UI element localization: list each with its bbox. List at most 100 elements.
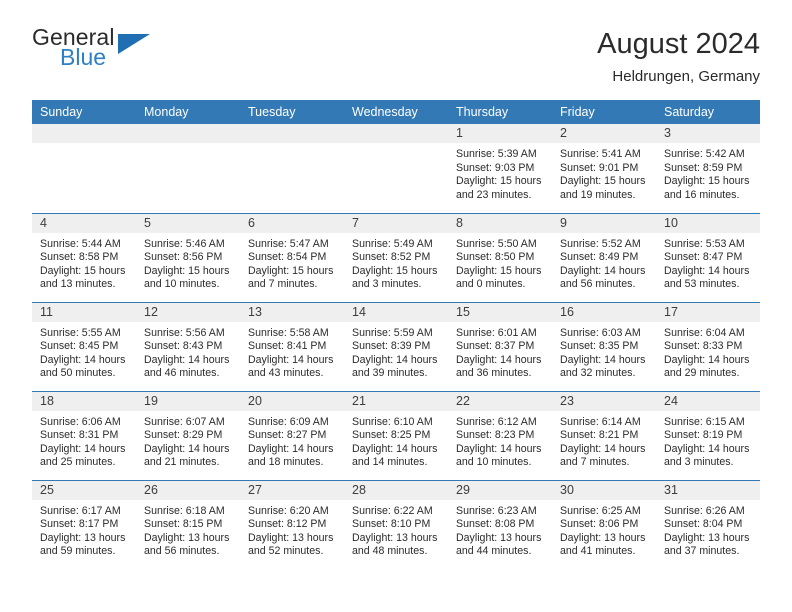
daylight-text-line1: Daylight: 14 hours bbox=[40, 442, 126, 455]
calendar-day-cell[interactable]: 29 Sunrise: 6:23 AM Sunset: 8:08 PM Dayligh… bbox=[448, 479, 552, 569]
calendar-day-cell[interactable]: 17 Sunrise: 6:04 AM Sunset: 8:33 PM Dayligh… bbox=[656, 301, 760, 391]
calendar-day-cell[interactable]: 12 Sunrise: 5:56 AM Sunset: 8:43 PM Dayligh… bbox=[136, 301, 240, 391]
day-sun-info: Sunrise: 5:56 AM Sunset: 8:43 PM Daylight:… bbox=[136, 322, 240, 381]
day-number bbox=[32, 124, 136, 143]
calendar-day-cell[interactable]: 9 Sunrise: 5:52 AM Sunset: 8:49 PM Daylight… bbox=[552, 212, 656, 302]
calendar-day-cell[interactable]: 14 Sunrise: 5:59 AM Sunset: 8:39 PM Dayligh… bbox=[344, 301, 448, 391]
calendar-day-cell[interactable]: 6 Sunrise: 5:47 AM Sunset: 8:54 PM Daylight… bbox=[240, 212, 344, 302]
calendar-day-cell[interactable]: 25 Sunrise: 6:17 AM Sunset: 8:17 PM Dayligh… bbox=[32, 479, 136, 569]
daylight-text-line1: Daylight: 14 hours bbox=[664, 264, 750, 277]
day-number: 8 bbox=[448, 213, 552, 233]
page-title: August 2024 bbox=[597, 28, 760, 60]
day-sun-info: Sunrise: 5:58 AM Sunset: 8:41 PM Daylight:… bbox=[240, 322, 344, 381]
sunrise-text: Sunrise: 5:44 AM bbox=[40, 237, 121, 250]
calendar-day-cell-empty bbox=[136, 124, 240, 213]
day-number: 13 bbox=[240, 302, 344, 322]
daylight-text-line2: and 0 minutes. bbox=[456, 278, 526, 291]
day-number: 22 bbox=[448, 391, 552, 411]
daylight-text-line1: Daylight: 14 hours bbox=[352, 442, 438, 455]
sunrise-text: Sunrise: 6:14 AM bbox=[560, 415, 641, 428]
calendar-day-cell[interactable]: 4 Sunrise: 5:44 AM Sunset: 8:58 PM Daylight… bbox=[32, 212, 136, 302]
calendar-week-row: 1 Sunrise: 5:39 AM Sunset: 9:03 PM Daylight… bbox=[32, 124, 760, 213]
calendar-day-cell[interactable]: 1 Sunrise: 5:39 AM Sunset: 9:03 PM Daylight… bbox=[448, 124, 552, 213]
calendar-day-cell[interactable]: 21 Sunrise: 6:10 AM Sunset: 8:25 PM Dayligh… bbox=[344, 390, 448, 480]
sunrise-text: Sunrise: 6:15 AM bbox=[664, 415, 745, 428]
calendar-day-cell[interactable]: 24 Sunrise: 6:15 AM Sunset: 8:19 PM Dayligh… bbox=[656, 390, 760, 480]
daylight-text-line1: Daylight: 15 hours bbox=[456, 175, 542, 188]
calendar-day-cell[interactable]: 3 Sunrise: 5:42 AM Sunset: 8:59 PM Daylight… bbox=[656, 124, 760, 213]
daylight-text-line2: and 18 minutes. bbox=[248, 456, 324, 469]
sunset-text: Sunset: 8:54 PM bbox=[248, 251, 327, 264]
sunset-text: Sunset: 8:23 PM bbox=[456, 429, 535, 442]
sunrise-text: Sunrise: 6:18 AM bbox=[144, 504, 225, 517]
sunrise-text: Sunrise: 5:47 AM bbox=[248, 237, 329, 250]
day-number bbox=[136, 124, 240, 143]
calendar-day-cell[interactable]: 18 Sunrise: 6:06 AM Sunset: 8:31 PM Dayligh… bbox=[32, 390, 136, 480]
sunrise-text: Sunrise: 6:10 AM bbox=[352, 415, 433, 428]
calendar-day-cell[interactable]: 11 Sunrise: 5:55 AM Sunset: 8:45 PM Dayligh… bbox=[32, 301, 136, 391]
brand-logo[interactable]: General Blue bbox=[32, 26, 162, 82]
day-number bbox=[240, 124, 344, 143]
sunset-text: Sunset: 8:06 PM bbox=[560, 518, 639, 531]
sunrise-text: Sunrise: 6:26 AM bbox=[664, 504, 745, 517]
weekday-header-saturday: Saturday bbox=[656, 100, 760, 124]
sunrise-text: Sunrise: 5:42 AM bbox=[664, 148, 745, 160]
sunrise-text: Sunrise: 6:04 AM bbox=[664, 326, 745, 339]
sunset-text: Sunset: 8:21 PM bbox=[560, 429, 639, 442]
sunrise-text: Sunrise: 6:22 AM bbox=[352, 504, 433, 517]
day-number: 23 bbox=[552, 391, 656, 411]
daylight-text-line2: and 3 minutes. bbox=[352, 278, 422, 291]
daylight-text-line2: and 39 minutes. bbox=[352, 367, 428, 380]
calendar-day-cell[interactable]: 30 Sunrise: 6:25 AM Sunset: 8:06 PM Dayligh… bbox=[552, 479, 656, 569]
sunset-text: Sunset: 8:08 PM bbox=[456, 518, 535, 531]
daylight-text-line1: Daylight: 13 hours bbox=[456, 531, 542, 544]
sunrise-text: Sunrise: 5:52 AM bbox=[560, 237, 641, 250]
sunrise-text: Sunrise: 6:06 AM bbox=[40, 415, 121, 428]
day-number: 21 bbox=[344, 391, 448, 411]
sunrise-text: Sunrise: 5:59 AM bbox=[352, 326, 433, 339]
sunset-text: Sunset: 8:29 PM bbox=[144, 429, 223, 442]
day-sun-info: Sunrise: 6:22 AM Sunset: 8:10 PM Daylight:… bbox=[344, 500, 448, 559]
sunrise-text: Sunrise: 5:50 AM bbox=[456, 237, 537, 250]
sunrise-text: Sunrise: 6:07 AM bbox=[144, 415, 225, 428]
calendar-container: Sunday Monday Tuesday Wednesday Thursday… bbox=[0, 100, 792, 569]
sunset-text: Sunset: 8:31 PM bbox=[40, 429, 119, 442]
day-sun-info: Sunrise: 6:17 AM Sunset: 8:17 PM Daylight:… bbox=[32, 500, 136, 559]
calendar-day-cell[interactable]: 15 Sunrise: 6:01 AM Sunset: 8:37 PM Dayligh… bbox=[448, 301, 552, 391]
calendar-day-cell[interactable]: 22 Sunrise: 6:12 AM Sunset: 8:23 PM Dayligh… bbox=[448, 390, 552, 480]
calendar-day-cell[interactable]: 19 Sunrise: 6:07 AM Sunset: 8:29 PM Dayligh… bbox=[136, 390, 240, 480]
sunset-text: Sunset: 8:27 PM bbox=[248, 429, 327, 442]
calendar-day-cell[interactable]: 5 Sunrise: 5:46 AM Sunset: 8:56 PM Daylight… bbox=[136, 212, 240, 302]
calendar-day-cell[interactable]: 16 Sunrise: 6:03 AM Sunset: 8:35 PM Dayligh… bbox=[552, 301, 656, 391]
calendar-day-cell[interactable]: 20 Sunrise: 6:09 AM Sunset: 8:27 PM Dayligh… bbox=[240, 390, 344, 480]
day-number: 27 bbox=[240, 480, 344, 500]
daylight-text-line2: and 14 minutes. bbox=[352, 456, 428, 469]
sunrise-text: Sunrise: 5:53 AM bbox=[664, 237, 745, 250]
calendar-day-cell[interactable]: 10 Sunrise: 5:53 AM Sunset: 8:47 PM Dayligh… bbox=[656, 212, 760, 302]
day-sun-info: Sunrise: 5:55 AM Sunset: 8:45 PM Daylight:… bbox=[32, 322, 136, 381]
calendar-day-cell[interactable]: 2 Sunrise: 5:41 AM Sunset: 9:01 PM Daylight… bbox=[552, 124, 656, 213]
calendar-day-cell[interactable]: 13 Sunrise: 5:58 AM Sunset: 8:41 PM Dayligh… bbox=[240, 301, 344, 391]
calendar-day-cell[interactable]: 27 Sunrise: 6:20 AM Sunset: 8:12 PM Dayligh… bbox=[240, 479, 344, 569]
calendar-day-cell[interactable]: 7 Sunrise: 5:49 AM Sunset: 8:52 PM Daylight… bbox=[344, 212, 448, 302]
daylight-text-line1: Daylight: 13 hours bbox=[664, 531, 750, 544]
daylight-text-line2: and 19 minutes. bbox=[560, 188, 636, 201]
daylight-text-line2: and 43 minutes. bbox=[248, 367, 324, 380]
sunset-text: Sunset: 8:43 PM bbox=[144, 340, 223, 353]
sunset-text: Sunset: 8:35 PM bbox=[560, 340, 639, 353]
calendar-day-cell[interactable]: 8 Sunrise: 5:50 AM Sunset: 8:50 PM Daylight… bbox=[448, 212, 552, 302]
sunset-text: Sunset: 8:56 PM bbox=[144, 251, 223, 264]
sunset-text: Sunset: 8:15 PM bbox=[144, 518, 223, 531]
calendar-day-cell[interactable]: 28 Sunrise: 6:22 AM Sunset: 8:10 PM Dayligh… bbox=[344, 479, 448, 569]
day-number: 20 bbox=[240, 391, 344, 411]
daylight-text-line2: and 21 minutes. bbox=[144, 456, 220, 469]
day-sun-info: Sunrise: 6:23 AM Sunset: 8:08 PM Daylight:… bbox=[448, 500, 552, 559]
daylight-text-line2: and 48 minutes. bbox=[352, 545, 428, 558]
calendar-day-cell[interactable]: 26 Sunrise: 6:18 AM Sunset: 8:15 PM Dayligh… bbox=[136, 479, 240, 569]
calendar-body: 1 Sunrise: 5:39 AM Sunset: 9:03 PM Daylight… bbox=[32, 124, 760, 569]
calendar-day-cell[interactable]: 31 Sunrise: 6:26 AM Sunset: 8:04 PM Dayligh… bbox=[656, 479, 760, 569]
calendar-day-cell[interactable]: 23 Sunrise: 6:14 AM Sunset: 8:21 PM Dayligh… bbox=[552, 390, 656, 480]
sunrise-text: Sunrise: 6:17 AM bbox=[40, 504, 121, 517]
day-number bbox=[344, 124, 448, 143]
daylight-text-line1: Daylight: 15 hours bbox=[144, 264, 230, 277]
